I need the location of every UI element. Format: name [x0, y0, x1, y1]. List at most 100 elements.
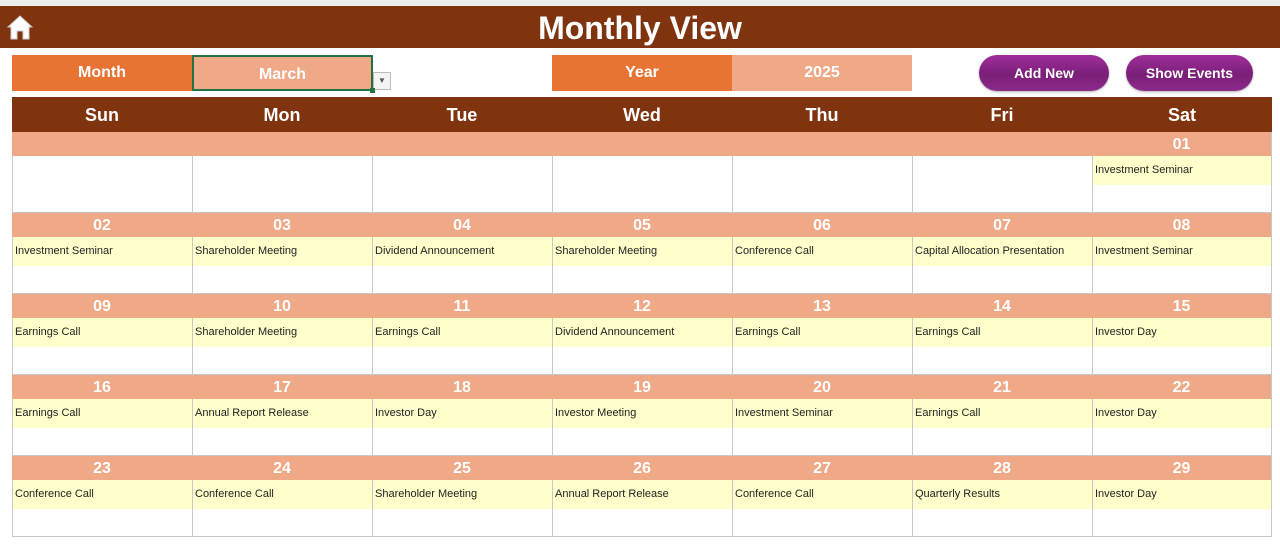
event-label[interactable]	[913, 156, 1092, 185]
event-label[interactable]: Earnings Call	[913, 399, 1092, 428]
event-label[interactable]	[373, 156, 552, 185]
day-number: 04	[372, 213, 552, 237]
calendar-day-cell[interactable]	[912, 132, 1092, 212]
calendar-week: 01 Investment Seminar	[12, 132, 1272, 213]
event-label[interactable]: Conference Call	[733, 237, 912, 266]
day-number: 22	[1092, 375, 1271, 399]
event-label[interactable]: Investment Seminar	[1093, 237, 1271, 266]
day-number: 06	[732, 213, 912, 237]
day-number: 12	[552, 294, 732, 318]
calendar-day-cell[interactable]: 09 Earnings Call	[12, 294, 192, 374]
weekday-fri: Fri	[990, 105, 1014, 125]
calendar-day-cell[interactable]: 01 Investment Seminar	[1092, 132, 1272, 212]
day-number: 29	[1092, 456, 1271, 480]
calendar-day-cell[interactable]: 22 Investor Day	[1092, 375, 1272, 455]
calendar-day-cell[interactable]: 16 Earnings Call	[12, 375, 192, 455]
event-label[interactable]: Shareholder Meeting	[193, 318, 372, 347]
event-label[interactable]: Conference Call	[193, 480, 372, 509]
event-label[interactable]: Earnings Call	[733, 318, 912, 347]
calendar-day-cell[interactable]	[372, 132, 552, 212]
event-label[interactable]: Shareholder Meeting	[373, 480, 552, 509]
calendar-day-cell[interactable]: 04 Dividend Announcement	[372, 213, 552, 293]
event-label[interactable]	[733, 156, 912, 185]
event-label[interactable]: Investor Day	[1093, 399, 1271, 428]
event-label[interactable]: Investment Seminar	[1093, 156, 1271, 185]
calendar-day-cell[interactable]	[552, 132, 732, 212]
calendar-day-cell[interactable]: 26 Annual Report Release	[552, 456, 732, 536]
event-label[interactable]: Investor Day	[1093, 480, 1271, 509]
day-number: 03	[192, 213, 372, 237]
event-label[interactable]: Earnings Call	[913, 318, 1092, 347]
event-label[interactable]: Investment Seminar	[733, 399, 912, 428]
calendar-day-cell[interactable]: 12 Dividend Announcement	[552, 294, 732, 374]
event-label[interactable]: Investor Meeting	[553, 399, 732, 428]
event-label[interactable]: Earnings Call	[373, 318, 552, 347]
calendar-day-cell[interactable]: 23 Conference Call	[12, 456, 192, 536]
calendar-day-cell[interactable]: 08 Investment Seminar	[1092, 213, 1272, 293]
event-label[interactable]: Investor Day	[1093, 318, 1271, 347]
calendar-day-cell[interactable]: 06 Conference Call	[732, 213, 912, 293]
day-number	[912, 132, 1092, 156]
event-label[interactable]: Annual Report Release	[553, 480, 732, 509]
fill-handle[interactable]	[370, 88, 375, 93]
event-label[interactable]	[193, 156, 372, 185]
show-events-button[interactable]: Show Events	[1126, 55, 1253, 91]
calendar-day-cell[interactable]: 17 Annual Report Release	[192, 375, 372, 455]
event-label[interactable]	[553, 156, 732, 185]
calendar-day-cell[interactable]: 25 Shareholder Meeting	[372, 456, 552, 536]
day-number: 01	[1092, 132, 1271, 156]
day-number: 07	[912, 213, 1092, 237]
calendar-day-cell[interactable]: 03 Shareholder Meeting	[192, 213, 372, 293]
calendar-day-cell[interactable]: 02 Investment Seminar	[12, 213, 192, 293]
weekday-sun: Sun	[85, 105, 119, 125]
day-number	[552, 132, 732, 156]
calendar-day-cell[interactable]: 07 Capital Allocation Presentation	[912, 213, 1092, 293]
calendar-day-cell[interactable]	[192, 132, 372, 212]
day-number: 26	[552, 456, 732, 480]
calendar-day-cell[interactable]: 18 Investor Day	[372, 375, 552, 455]
event-label[interactable]: Earnings Call	[13, 399, 192, 428]
dropdown-arrow-icon[interactable]: ▼	[373, 72, 391, 90]
day-number: 24	[192, 456, 372, 480]
calendar-day-cell[interactable]: 11 Earnings Call	[372, 294, 552, 374]
weekday-header: Sun Mon Tue Wed Thu Fri Sat	[12, 97, 1272, 132]
calendar-day-cell[interactable]: 20 Investment Seminar	[732, 375, 912, 455]
calendar-day-cell[interactable]: 29 Investor Day	[1092, 456, 1272, 536]
calendar-day-cell[interactable]	[12, 132, 192, 212]
calendar-day-cell[interactable]: 13 Earnings Call	[732, 294, 912, 374]
day-number: 17	[192, 375, 372, 399]
day-number: 20	[732, 375, 912, 399]
event-label[interactable]: Annual Report Release	[193, 399, 372, 428]
calendar-week: 23 Conference Call 24 Conference Call 25 Shar…	[12, 456, 1272, 537]
event-label[interactable]: Investment Seminar	[13, 237, 192, 266]
event-label[interactable]	[13, 156, 192, 185]
event-label[interactable]: Earnings Call	[13, 318, 192, 347]
event-label[interactable]: Dividend Announcement	[373, 237, 552, 266]
add-new-button[interactable]: Add New	[979, 55, 1109, 91]
event-label[interactable]: Shareholder Meeting	[193, 237, 372, 266]
calendar-day-cell[interactable]: 14 Earnings Call	[912, 294, 1092, 374]
calendar-day-cell[interactable]: 24 Conference Call	[192, 456, 372, 536]
calendar-day-cell[interactable]: 27 Conference Call	[732, 456, 912, 536]
event-label[interactable]: Shareholder Meeting	[553, 237, 732, 266]
calendar-day-cell[interactable]: 05 Shareholder Meeting	[552, 213, 732, 293]
day-number: 15	[1092, 294, 1271, 318]
calendar-day-cell[interactable]: 21 Earnings Call	[912, 375, 1092, 455]
month-select[interactable]: March	[192, 55, 373, 91]
event-label[interactable]: Conference Call	[13, 480, 192, 509]
event-label[interactable]: Investor Day	[373, 399, 552, 428]
event-label[interactable]: Conference Call	[733, 480, 912, 509]
day-number	[372, 132, 552, 156]
page-title: Monthly View	[538, 10, 742, 46]
day-number: 11	[372, 294, 552, 318]
calendar-day-cell[interactable]	[732, 132, 912, 212]
event-label[interactable]: Quarterly Results	[913, 480, 1092, 509]
year-value[interactable]: 2025	[732, 55, 912, 91]
event-label[interactable]: Capital Allocation Presentation	[913, 237, 1092, 266]
calendar-day-cell[interactable]: 28 Quarterly Results	[912, 456, 1092, 536]
event-label[interactable]: Dividend Announcement	[553, 318, 732, 347]
calendar-day-cell[interactable]: 10 Shareholder Meeting	[192, 294, 372, 374]
day-number: 09	[12, 294, 192, 318]
calendar-day-cell[interactable]: 15 Investor Day	[1092, 294, 1272, 374]
calendar-day-cell[interactable]: 19 Investor Meeting	[552, 375, 732, 455]
